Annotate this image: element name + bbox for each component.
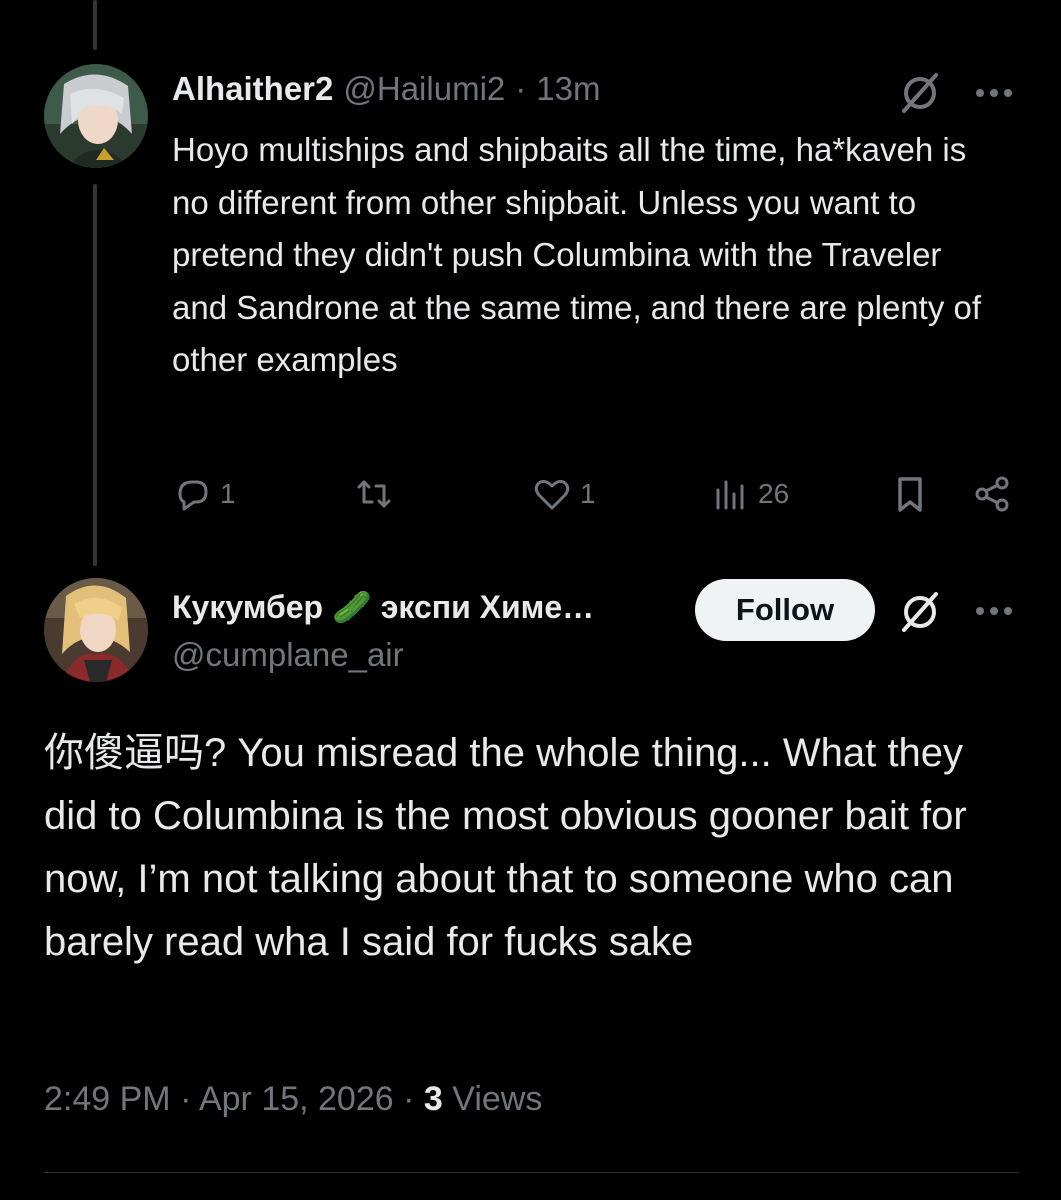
timestamp[interactable]: 2:49 PM · Apr 15, 2026 · (44, 1080, 424, 1118)
tweet-header: Alhaither2 @Hailumi2 · 13m (172, 70, 600, 114)
thread-connector-line (93, 184, 97, 566)
views-count: 26 (758, 478, 790, 509)
follow-button[interactable]: Follow (695, 579, 875, 641)
reply-icon (178, 480, 208, 511)
divider (44, 1172, 1019, 1173)
views-count: 3 (423, 1080, 443, 1118)
tweet-text: Hoyo multiships and shipbaits all the ti… (172, 131, 982, 378)
thread-connector-line (93, 0, 97, 50)
like-button[interactable]: 1 (532, 468, 596, 520)
thread-view: Alhaither2 @Hailumi2 · 13m Hoyo multishi… (0, 0, 1061, 1200)
analytics-icon (716, 480, 744, 510)
reply-count: 1 (220, 478, 236, 509)
display-name[interactable]: Кукумбер 🥒 экспи Химе… (172, 588, 594, 626)
more-icon[interactable] (974, 86, 1014, 98)
bookmark-button[interactable] (890, 468, 930, 520)
separator: · (515, 70, 527, 107)
avatar[interactable] (44, 578, 148, 682)
more-icon[interactable] (974, 604, 1014, 616)
avatar[interactable] (44, 64, 148, 168)
share-button[interactable] (972, 468, 1012, 520)
repost-button[interactable] (354, 468, 402, 520)
grok-icon[interactable] (898, 590, 942, 634)
share-icon (975, 476, 1009, 512)
reply-button[interactable]: 1 (172, 468, 236, 520)
handle[interactable]: @cumplane_air (172, 636, 404, 674)
timestamp[interactable]: 13m (536, 70, 600, 108)
views-label: Views (442, 1080, 543, 1118)
tweet-meta: 2:49 PM · Apr 15, 2026 · 3 Views (44, 1080, 542, 1119)
views-button[interactable]: 26 (710, 468, 789, 520)
grok-icon[interactable] (898, 71, 942, 115)
handle[interactable]: @Hailumi2 (343, 70, 505, 108)
like-count: 1 (580, 478, 596, 509)
tweet-header: Кукумбер 🥒 экспи Химе… (172, 584, 594, 630)
bookmark-icon (898, 477, 922, 512)
tweet-text: 你傻逼吗? You misread the whole thing... Wha… (44, 731, 967, 964)
repost-icon (357, 480, 391, 508)
heart-icon (534, 479, 570, 510)
action-bar: 1 1 26 (172, 468, 1022, 520)
display-name[interactable]: Alhaither2 (172, 70, 333, 108)
